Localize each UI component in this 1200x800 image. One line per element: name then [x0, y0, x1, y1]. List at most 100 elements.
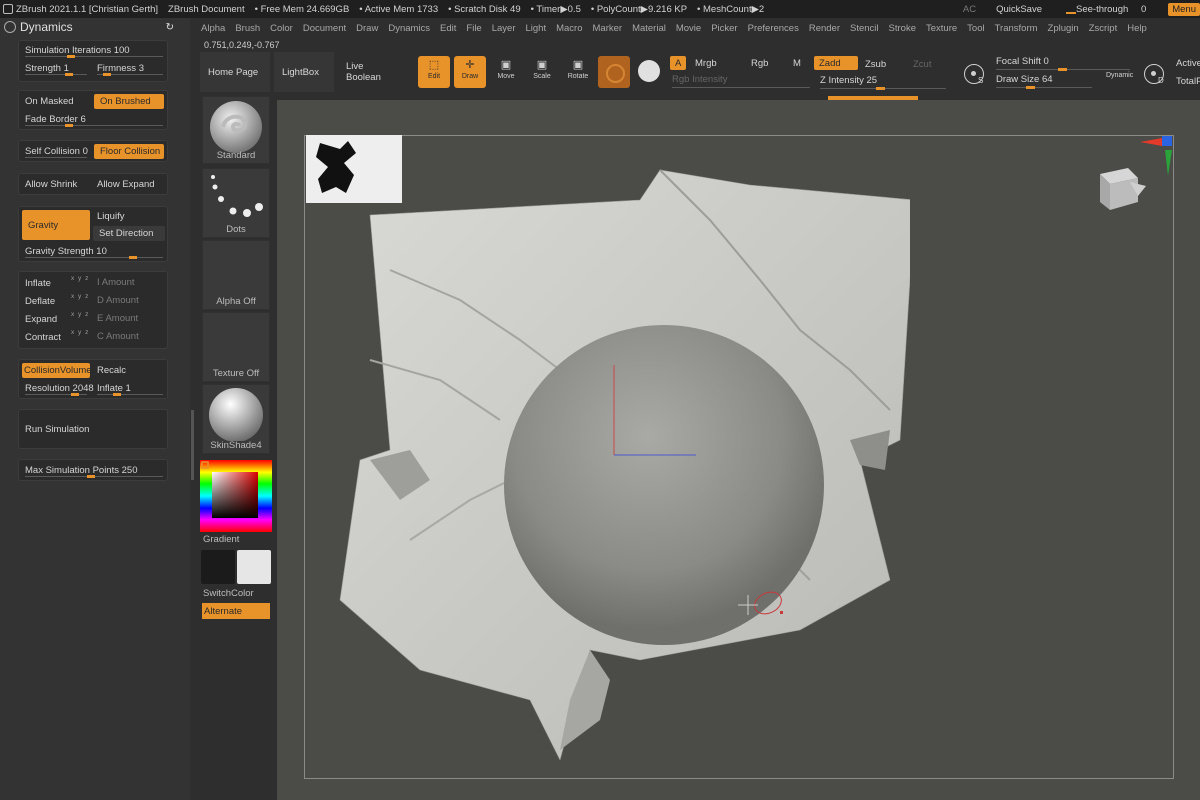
gravity-button[interactable]: Gravity [22, 210, 90, 240]
a-button[interactable]: A [670, 56, 687, 70]
menus-button[interactable]: Menu [1168, 2, 1200, 16]
gravity-strength-slider[interactable]: Gravity Strength 10 [19, 243, 167, 259]
ac-button[interactable]: AC [963, 4, 976, 15]
i-amount-slider[interactable]: I Amount [91, 275, 167, 290]
set-direction-button[interactable]: Set Direction [93, 226, 165, 241]
menu-draw[interactable]: Draw [356, 23, 378, 34]
m-button[interactable]: M [788, 56, 806, 70]
allow-expand-button[interactable]: Allow Expand [91, 177, 167, 192]
spotlight-icon[interactable] [638, 60, 660, 82]
expand-button[interactable]: Expand [19, 312, 69, 327]
deflate-button[interactable]: Deflate [19, 294, 69, 309]
rotate-button[interactable]: ▣ Rotate [562, 56, 594, 88]
switch-color-button[interactable]: SwitchColor [203, 588, 254, 599]
menu-layer[interactable]: Layer [492, 23, 516, 34]
menu-movie[interactable]: Movie [676, 23, 701, 34]
deflate-xyz[interactable]: x y z [71, 293, 89, 300]
rgb-intensity-slider[interactable]: Rgb Intensity [672, 74, 810, 88]
brush-standard-slot[interactable]: Standard [202, 96, 270, 164]
edit-button[interactable]: ⬚ Edit [418, 56, 450, 88]
menu-brush[interactable]: Brush [235, 23, 260, 34]
simulation-iterations-slider[interactable]: Simulation Iterations 100 [19, 42, 167, 58]
menu-alpha[interactable]: Alpha [201, 23, 225, 34]
panel-scrollbar[interactable] [191, 410, 194, 480]
max-simulation-points-slider[interactable]: Max Simulation Points 250 [19, 462, 167, 478]
alternate-button[interactable]: Alternate [202, 603, 270, 619]
rgb-button[interactable]: Rgb [746, 56, 773, 70]
menu-edit[interactable]: Edit [440, 23, 456, 34]
contract-button[interactable]: Contract [19, 330, 69, 345]
dynamics-panel-header[interactable]: Dynamics ↻ [0, 18, 190, 36]
menu-color[interactable]: Color [270, 23, 293, 34]
main-color-swatch[interactable] [201, 550, 235, 584]
zcut-button[interactable]: Zcut [908, 57, 936, 71]
z-intensity-slider[interactable]: Z Intensity 25 [820, 75, 946, 90]
menu-document[interactable]: Document [303, 23, 346, 34]
on-masked-button[interactable]: On Masked [19, 94, 91, 109]
alpha-off-slot[interactable]: Alpha Off [202, 240, 270, 310]
stroke-dots-slot[interactable]: Dots [202, 168, 270, 238]
firmness-slider[interactable]: Firmness 3 [91, 60, 167, 76]
liquify-button[interactable]: Liquify [91, 209, 167, 224]
scale-button[interactable]: ▣ Scale [526, 56, 558, 88]
run-simulation-button[interactable]: Run Simulation [19, 422, 167, 437]
cloth-on-sphere-model[interactable] [330, 160, 910, 760]
quicksave-button[interactable]: QuickSave [996, 4, 1042, 15]
menu-stencil[interactable]: Stencil [850, 23, 879, 34]
zadd-button[interactable]: Zadd [814, 56, 858, 70]
material-slot[interactable]: SkinShade4 [202, 384, 270, 454]
focal-shift-slider[interactable]: Focal Shift 0 [996, 56, 1130, 71]
texture-off-slot[interactable]: Texture Off [202, 312, 270, 382]
collision-volume-button[interactable]: CollisionVolume [22, 363, 92, 378]
menu-help[interactable]: Help [1127, 23, 1147, 34]
material-label: SkinShade4 [210, 440, 262, 451]
allow-shrink-button[interactable]: Allow Shrink [19, 177, 91, 192]
menu-transform[interactable]: Transform [995, 23, 1038, 34]
menu-material[interactable]: Material [632, 23, 666, 34]
color-picker[interactable] [200, 460, 272, 532]
see-through-slider[interactable]: See-through 0 [1062, 4, 1150, 15]
zsub-button[interactable]: Zsub [860, 57, 891, 71]
secondary-color-swatch[interactable] [237, 550, 271, 584]
expand-xyz[interactable]: x y z [71, 311, 89, 318]
self-collision-slider[interactable]: Self Collision 0 [19, 143, 91, 159]
refresh-icon[interactable]: ↻ [166, 22, 174, 33]
d-amount-slider[interactable]: D Amount [91, 293, 167, 308]
menu-macro[interactable]: Macro [556, 23, 582, 34]
fade-border-slider[interactable]: Fade Border 6 [19, 111, 167, 127]
on-brushed-button[interactable]: On Brushed [94, 94, 164, 109]
inflate-button[interactable]: Inflate [19, 276, 69, 291]
navigation-gizmo[interactable] [1090, 130, 1180, 220]
move-button[interactable]: ▣ Move [490, 56, 522, 88]
draw-button[interactable]: ✛ Draw [454, 56, 486, 88]
recalc-button[interactable]: Recalc [91, 363, 165, 378]
mrgb-button[interactable]: Mrgb [690, 56, 722, 70]
floor-collision-button[interactable]: Floor Collision [94, 144, 164, 159]
menu-texture[interactable]: Texture [926, 23, 957, 34]
draw-size-slider[interactable]: Draw Size 64 [996, 74, 1092, 89]
lightbox-button[interactable]: LightBox [274, 52, 334, 92]
menu-light[interactable]: Light [525, 23, 546, 34]
dynamic-toggle[interactable]: Dynamic [1106, 72, 1133, 79]
inflate-xyz[interactable]: x y z [71, 275, 89, 282]
gradient-label[interactable]: Gradient [203, 534, 239, 545]
e-amount-slider[interactable]: E Amount [91, 311, 167, 326]
c-amount-slider[interactable]: C Amount [91, 329, 167, 344]
contract-xyz[interactable]: x y z [71, 329, 89, 336]
strength-slider[interactable]: Strength 1 [19, 60, 91, 76]
menu-tool[interactable]: Tool [967, 23, 984, 34]
menu-marker[interactable]: Marker [593, 23, 623, 34]
menu-preferences[interactable]: Preferences [748, 23, 799, 34]
menu-picker[interactable]: Picker [711, 23, 737, 34]
home-page-button[interactable]: Home Page [200, 52, 270, 92]
live-boolean-button[interactable]: Live Boolean [338, 52, 408, 92]
material-swatch[interactable] [598, 56, 630, 88]
resolution-slider[interactable]: Resolution 2048 [19, 380, 94, 396]
inflate-volume-slider[interactable]: Inflate 1 [91, 380, 167, 396]
menu-stroke[interactable]: Stroke [889, 23, 916, 34]
menu-zplugin[interactable]: Zplugin [1048, 23, 1079, 34]
menu-render[interactable]: Render [809, 23, 840, 34]
menu-zscript[interactable]: Zscript [1089, 23, 1118, 34]
menu-dynamics[interactable]: Dynamics [388, 23, 430, 34]
menu-file[interactable]: File [466, 23, 481, 34]
